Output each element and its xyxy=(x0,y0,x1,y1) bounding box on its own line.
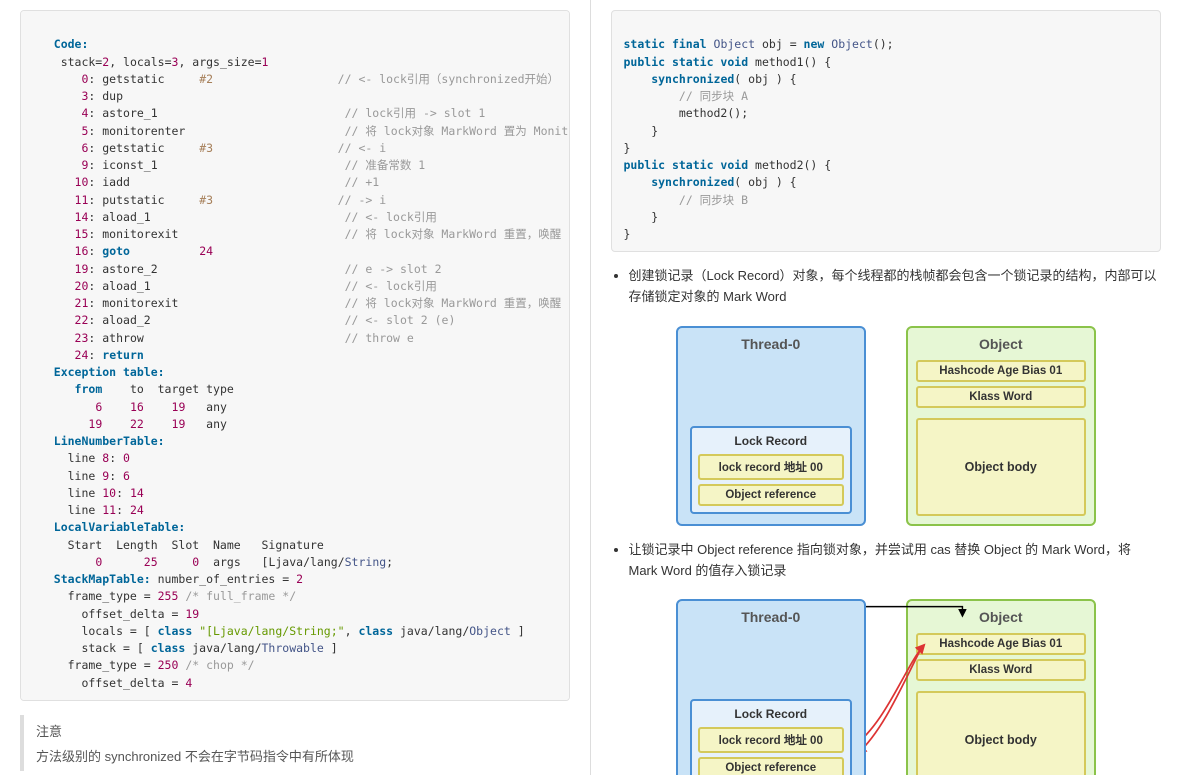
diagram-2: Thread-0 Lock Record lock record 地址 00 O… xyxy=(611,599,1162,775)
bullet-list-2: 让锁记录中 Object reference 指向锁对象，并尝试用 cas 替换… xyxy=(611,540,1162,582)
bullet-1: 创建锁记录（Lock Record）对象，每个线程都的栈帧都会包含一个锁记录的结… xyxy=(629,266,1162,308)
lock-record-2: Lock Record lock record 地址 00 Object ref… xyxy=(690,699,852,775)
lock-record-title-2: Lock Record xyxy=(734,707,807,721)
object-title: Object xyxy=(979,336,1023,352)
object-klass: Klass Word xyxy=(916,386,1086,408)
object-box: Object Hashcode Age Bias 01 Klass Word O… xyxy=(906,326,1096,526)
object-hashcode-2: Hashcode Age Bias 01 xyxy=(916,633,1086,655)
note-body: 方法级别的 synchronized 不会在字节码指令中有所体现 xyxy=(36,746,558,765)
lock-record-slot-2: Object reference xyxy=(698,484,844,506)
thread-box: Thread-0 Lock Record lock record 地址 00 O… xyxy=(676,326,866,526)
bytecode-block: Code: stack=2, locals=3, args_size=1 0: … xyxy=(20,10,570,701)
lock-record-slot-2b: Object reference xyxy=(698,757,844,775)
object-body: Object body xyxy=(916,418,1086,516)
thread-title: Thread-0 xyxy=(741,336,800,352)
note-title: 注意 xyxy=(36,721,558,740)
note-block: 注意 方法级别的 synchronized 不会在字节码指令中有所体现 xyxy=(20,715,570,771)
lock-record: Lock Record lock record 地址 00 Object ref… xyxy=(690,426,852,514)
thread-box-2: Thread-0 Lock Record lock record 地址 00 O… xyxy=(676,599,866,775)
object-hashcode: Hashcode Age Bias 01 xyxy=(916,360,1086,382)
object-title-2: Object xyxy=(979,609,1023,625)
lock-record-slot-1: lock record 地址 00 xyxy=(698,454,844,480)
left-column: Code: stack=2, locals=3, args_size=1 0: … xyxy=(0,0,591,775)
bullet-2: 让锁记录中 Object reference 指向锁对象，并尝试用 cas 替换… xyxy=(629,540,1162,582)
object-box-2: Object Hashcode Age Bias 01 Klass Word O… xyxy=(906,599,1096,775)
bullet-list-1: 创建锁记录（Lock Record）对象，每个线程都的栈帧都会包含一个锁记录的结… xyxy=(611,266,1162,308)
diagram-1: Thread-0 Lock Record lock record 地址 00 O… xyxy=(611,326,1162,526)
lock-record-title: Lock Record xyxy=(734,434,807,448)
object-body-2: Object body xyxy=(916,691,1086,775)
lock-record-slot-1b: lock record 地址 00 xyxy=(698,727,844,753)
thread-title-2: Thread-0 xyxy=(741,609,800,625)
object-klass-2: Klass Word xyxy=(916,659,1086,681)
right-column: static final Object obj = new Object(); … xyxy=(591,0,1181,775)
java-code-block: static final Object obj = new Object(); … xyxy=(611,10,1162,252)
